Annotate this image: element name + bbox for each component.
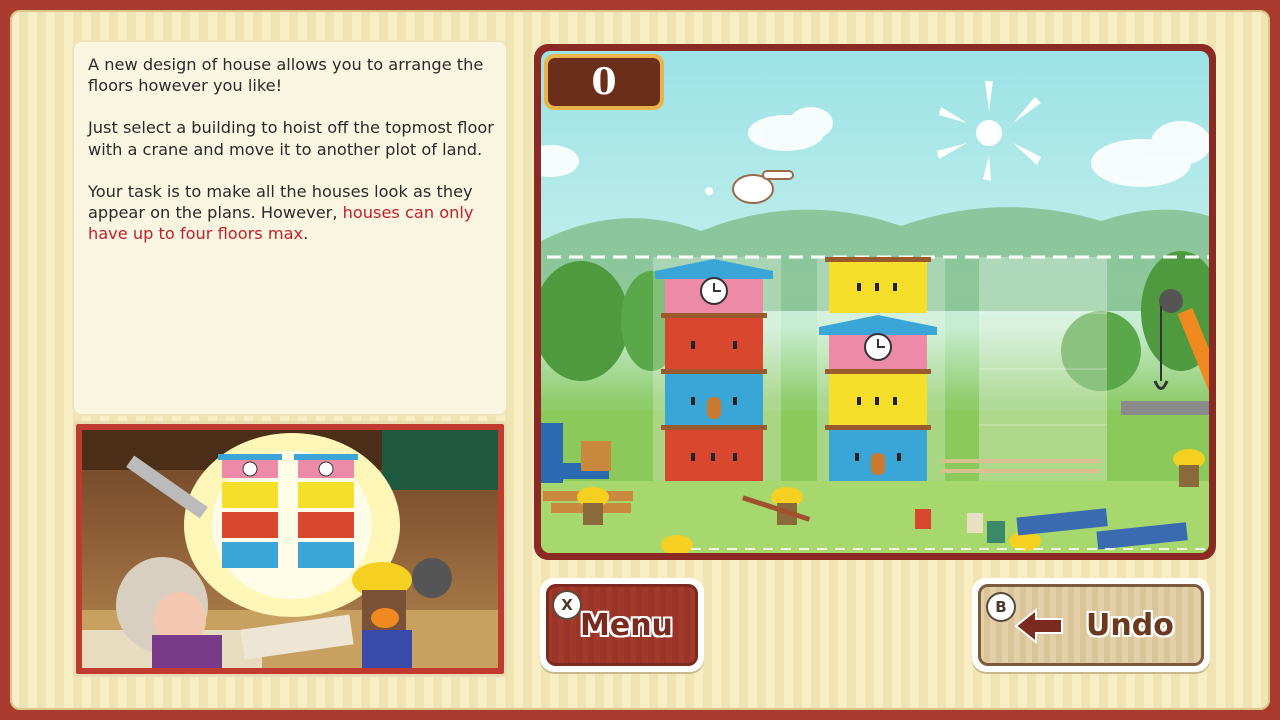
x-key-badge: X	[554, 592, 580, 618]
undo-button-label: Undo	[1086, 608, 1174, 643]
instructions-paragraph-2: Just select a building to hoist off the …	[88, 118, 494, 159]
instructions-paragraph-3-end: .	[303, 224, 309, 244]
game-board	[534, 44, 1216, 560]
building-2[interactable]	[819, 257, 937, 481]
workshop-scene	[82, 430, 498, 668]
move-counter: 0	[544, 54, 664, 110]
truck	[541, 423, 563, 483]
plot-3[interactable]	[979, 257, 1107, 481]
screen-frame: A new design of house allows you to arra…	[0, 0, 1280, 720]
menu-button-face: X Menu	[546, 584, 698, 666]
undo-button[interactable]: B Undo	[972, 578, 1210, 672]
construction-site	[541, 81, 1209, 553]
instructions-panel: A new design of house allows you to arra…	[74, 42, 506, 414]
instructions-text: A new design of house allows you to arra…	[88, 54, 498, 265]
building-1[interactable]	[655, 259, 773, 481]
menu-button[interactable]: X Menu	[540, 578, 704, 672]
instructions-paragraph-3: Your task is to make all the houses look…	[88, 181, 498, 245]
puzzle-illustration	[76, 424, 504, 674]
move-counter-value: 0	[548, 58, 660, 106]
puzzle-illustration-art	[82, 430, 498, 668]
back-arrow-icon	[1014, 608, 1063, 644]
cloud	[541, 107, 1209, 187]
menu-button-label: Menu	[580, 608, 673, 643]
b-key-badge: B	[988, 594, 1014, 620]
instructions-paragraph-1: A new design of house allows you to arra…	[88, 55, 484, 96]
game-scene	[541, 51, 1209, 553]
sun-icon	[937, 81, 1041, 181]
undo-button-face: B Undo	[978, 584, 1204, 666]
pointer-hand-icon	[705, 170, 794, 204]
